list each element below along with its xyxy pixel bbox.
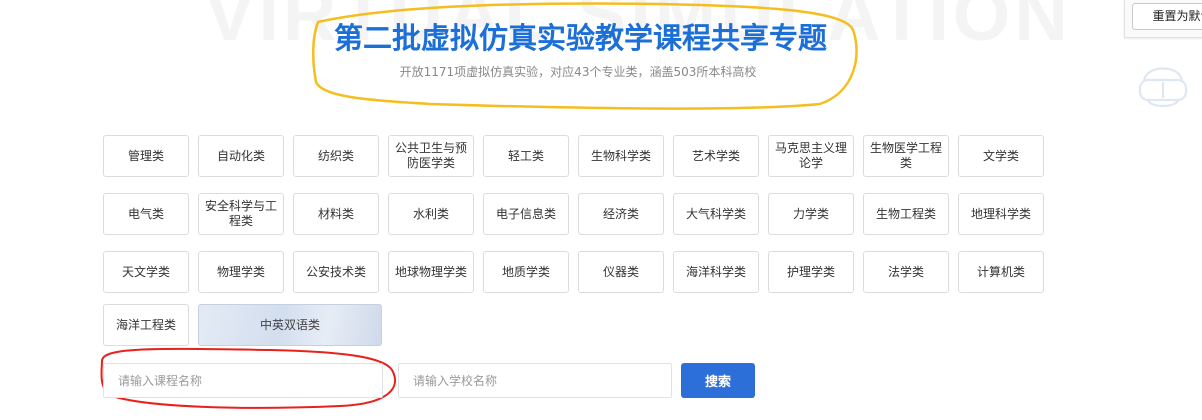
category-7[interactable]: 艺术学类 [673,135,759,177]
category-20[interactable]: 地理科学类 [958,193,1044,235]
category-6[interactable]: 生物科学类 [578,135,664,177]
school-name-input[interactable] [398,363,672,398]
category-24[interactable]: 地球物理学类 [388,251,474,293]
category-21[interactable]: 天文学类 [103,251,189,293]
category-22[interactable]: 物理学类 [198,251,284,293]
category-5[interactable]: 轻工类 [483,135,569,177]
category-18[interactable]: 力学类 [768,193,854,235]
category-28[interactable]: 护理学类 [768,251,854,293]
category-1[interactable]: 管理类 [103,135,189,177]
category-19[interactable]: 生物工程类 [863,193,949,235]
category-14[interactable]: 水利类 [388,193,474,235]
category-17[interactable]: 大气科学类 [673,193,759,235]
search-button[interactable]: 搜索 [681,363,755,398]
category-32[interactable]: 中英双语类 [198,304,382,346]
category-2[interactable]: 自动化类 [198,135,284,177]
category-3[interactable]: 纺织类 [293,135,379,177]
category-10[interactable]: 文学类 [958,135,1044,177]
course-name-input[interactable] [103,363,383,398]
category-16[interactable]: 经济类 [578,193,664,235]
reset-default-button[interactable]: 重置为默认 [1132,3,1202,30]
category-12[interactable]: 安全科学与工程类 [198,193,284,235]
vr-headset-icon [1138,67,1188,108]
category-25[interactable]: 地质学类 [483,251,569,293]
category-30[interactable]: 计算机类 [958,251,1044,293]
category-8[interactable]: 马克思主义理论学 [768,135,854,177]
category-23[interactable]: 公安技术类 [293,251,379,293]
category-9[interactable]: 生物医学工程类 [863,135,949,177]
page-title: 第二批虚拟仿真实验教学课程共享专题 [334,21,828,55]
category-29[interactable]: 法学类 [863,251,949,293]
category-13[interactable]: 材料类 [293,193,379,235]
category-11[interactable]: 电气类 [103,193,189,235]
page-subtitle: 开放1171项虚拟仿真实验，对应43个专业类，涵盖503所本科高校 [399,65,757,79]
category-27[interactable]: 海洋科学类 [673,251,759,293]
category-15[interactable]: 电子信息类 [483,193,569,235]
category-4[interactable]: 公共卫生与预防医学类 [388,135,474,177]
category-26[interactable]: 仪器类 [578,251,664,293]
category-31[interactable]: 海洋工程类 [103,304,189,346]
